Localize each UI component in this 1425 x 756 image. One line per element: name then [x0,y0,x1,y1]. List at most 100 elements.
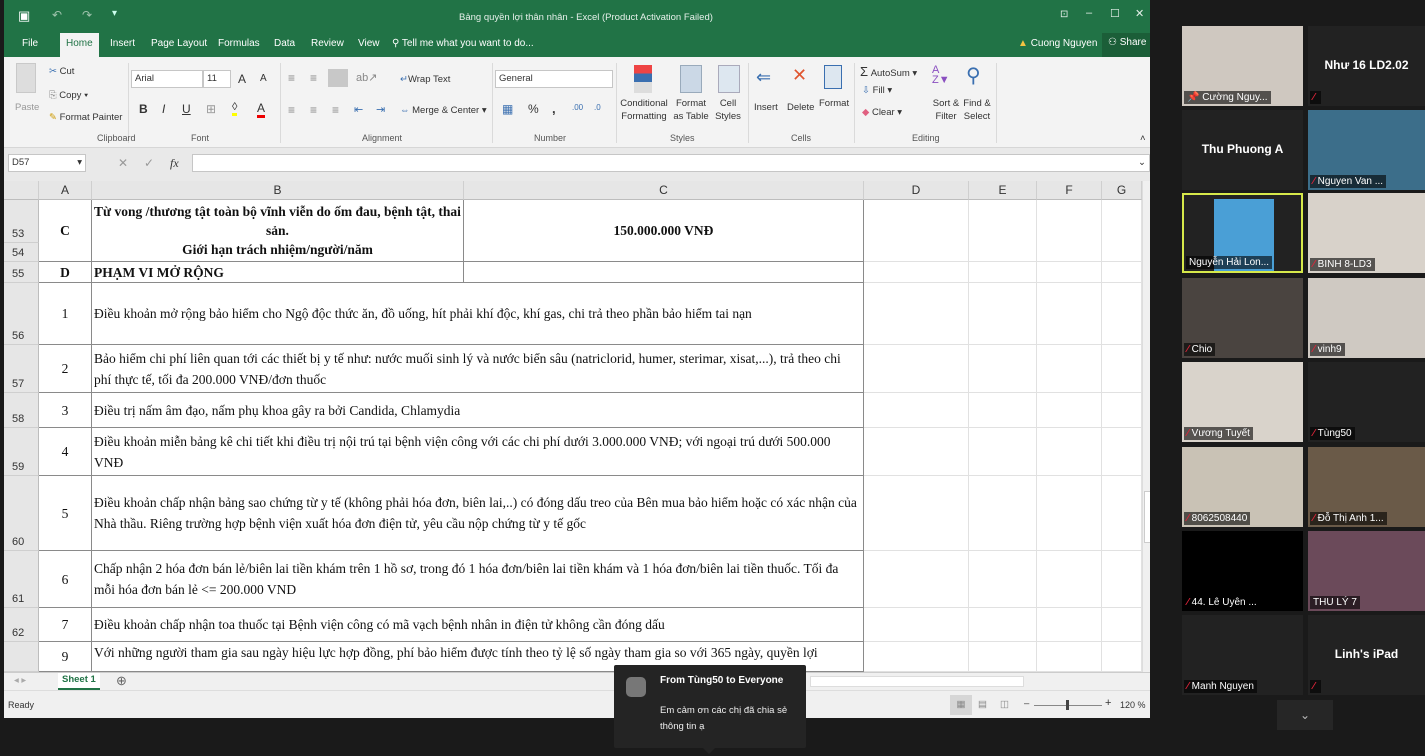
empty-cell[interactable] [969,283,1037,345]
row-header[interactable]: 58 [4,393,39,428]
ribbon-display-icon[interactable]: ⊡ [1060,9,1068,20]
empty-cell[interactable] [1037,262,1102,283]
quick-access-dropdown-icon[interactable]: ▾ [112,8,117,19]
cell-a[interactable]: C [39,200,92,262]
empty-cell[interactable] [1037,200,1102,262]
cell-b-merged[interactable]: Điều khoản chấp nhận toa thuốc tại Bệnh … [92,608,864,642]
format-button[interactable]: Format [819,98,849,109]
row-header[interactable]: 61 [4,551,39,608]
borders-icon[interactable]: ⊞ [206,102,216,116]
row-header[interactable]: 54 [4,243,39,262]
empty-cell[interactable] [864,200,969,262]
tab-view[interactable]: View [358,38,380,49]
tab-formulas[interactable]: Formulas [218,38,260,49]
fill-color-icon[interactable]: ◊ [232,101,238,116]
redo-icon[interactable]: ↷ [82,8,92,22]
spreadsheet-grid[interactable]: A B C D E F G 53 54 C Từ vong /thương tật t… [4,181,1150,672]
empty-cell[interactable] [969,345,1037,393]
zoom-in-button[interactable]: + [1105,697,1111,709]
participant-tile[interactable]: ⁄ Chio [1182,278,1303,358]
cell-a[interactable]: 7 [39,608,92,642]
empty-cell[interactable] [1037,476,1102,551]
empty-cell[interactable] [864,345,969,393]
number-format-select[interactable]: General [495,70,613,88]
participant-tile[interactable]: ⁄ BINH 8-LD3 [1308,193,1425,273]
column-header-a[interactable]: A [39,181,92,200]
bold-button[interactable]: B [139,102,148,116]
empty-cell[interactable] [864,393,969,428]
format-as-table-button[interactable]: Format as Table [670,97,712,123]
tab-insert[interactable]: Insert [110,38,135,49]
cell-c[interactable]: 150.000.000 VNĐ [464,200,864,262]
cell-a[interactable]: D [39,262,92,283]
merge-center-button[interactable]: ⇔ Merge & Center ▾ [400,105,487,116]
empty-cell[interactable] [1037,428,1102,476]
empty-cell[interactable] [1102,608,1142,642]
chat-notification[interactable]: From Tùng50 to Everyone Em cảm ơn các ch… [614,665,806,754]
empty-cell[interactable] [1037,608,1102,642]
page-break-view-icon[interactable]: ◫ [1000,699,1009,710]
sheet-nav-arrows[interactable]: ◂ ▸ [14,675,26,686]
cell-b[interactable]: PHẠM VI MỞ RỘNG [92,262,464,283]
column-header-b[interactable]: B [92,181,464,200]
cell-a[interactable]: 2 [39,345,92,393]
cell-a[interactable]: 6 [39,551,92,608]
cell-b-merged[interactable]: Điều khoản mở rộng bảo hiểm cho Ngộ độc … [92,283,864,345]
empty-cell[interactable] [969,476,1037,551]
empty-cell[interactable] [864,551,969,608]
zoom-level[interactable]: 120 % [1120,700,1146,710]
row-header[interactable]: 53 [4,200,39,243]
increase-indent-icon[interactable]: ⇥ [376,103,385,116]
next-page-button[interactable]: ⌄ [1277,700,1333,730]
participant-tile[interactable]: ⁄ vinh9 [1308,278,1425,358]
empty-cell[interactable] [1037,642,1102,672]
align-right-icon[interactable]: ≡ [332,103,339,117]
clear-button[interactable]: ◆ Clear ▾ [862,107,902,118]
participant-tile[interactable]: Linh's iPad ⁄ [1308,615,1425,695]
align-top-icon[interactable]: ≡ [288,71,295,85]
scrollbar-thumb[interactable] [1144,491,1150,543]
font-color-icon[interactable]: A [257,101,266,118]
participant-tile[interactable]: Thu Phuong A [1182,110,1303,190]
empty-cell[interactable] [969,551,1037,608]
cell-b-merged[interactable]: Chấp nhận 2 hóa đơn bán lẻ/biên lai tiền… [92,551,864,608]
empty-cell[interactable] [969,428,1037,476]
italic-button[interactable]: I [162,102,165,116]
empty-cell[interactable] [1037,551,1102,608]
column-header-c[interactable]: C [464,181,864,200]
underline-button[interactable]: U [182,102,191,116]
row-header[interactable]: 57 [4,345,39,393]
row-header[interactable]: 60 [4,476,39,551]
add-sheet-icon[interactable]: ⊕ [116,673,127,689]
font-name-select[interactable]: Arial [131,70,203,88]
conditional-formatting-button[interactable]: Conditional Formatting [618,97,670,123]
empty-cell[interactable] [1102,476,1142,551]
empty-cell[interactable] [969,642,1037,672]
tab-page-layout[interactable]: Page Layout [151,38,207,49]
decrease-font-icon[interactable]: A [260,73,267,84]
cancel-icon[interactable]: ✕ [118,156,128,170]
find-select-button[interactable]: Find & Select [960,97,994,123]
sort-filter-button[interactable]: Sort & Filter [928,97,964,123]
empty-cell[interactable] [1102,428,1142,476]
empty-cell[interactable] [1102,345,1142,393]
empty-cell[interactable] [864,608,969,642]
empty-cell[interactable] [864,283,969,345]
collapse-ribbon-icon[interactable]: ˄ [1140,133,1146,144]
wrap-text-button[interactable]: ↵Wrap Text [400,74,450,85]
cell-styles-button[interactable]: Cell Styles [712,97,744,123]
align-bottom-icon[interactable] [328,69,348,87]
formula-input[interactable]: ⌄ [192,154,1150,172]
tab-home[interactable]: Home [60,33,99,57]
save-icon[interactable]: ▣ [18,8,30,24]
cell-b-merged[interactable]: Điều khoản chấp nhận bảng sao chứng từ y… [92,476,864,551]
comma-style-button[interactable]: , [552,101,556,116]
cell-b[interactable]: Từ vong /thương tật toàn bộ vĩnh viễn do… [92,200,464,262]
align-center-icon[interactable]: ≡ [310,103,317,117]
cut-button[interactable]: ✂ Cut [49,66,74,77]
share-button[interactable]: ⚇ Share [1102,33,1150,57]
empty-cell[interactable] [1102,200,1142,262]
insert-button[interactable]: Insert [754,102,778,113]
empty-cell[interactable] [864,642,969,672]
row-header[interactable]: 55 [4,262,39,283]
